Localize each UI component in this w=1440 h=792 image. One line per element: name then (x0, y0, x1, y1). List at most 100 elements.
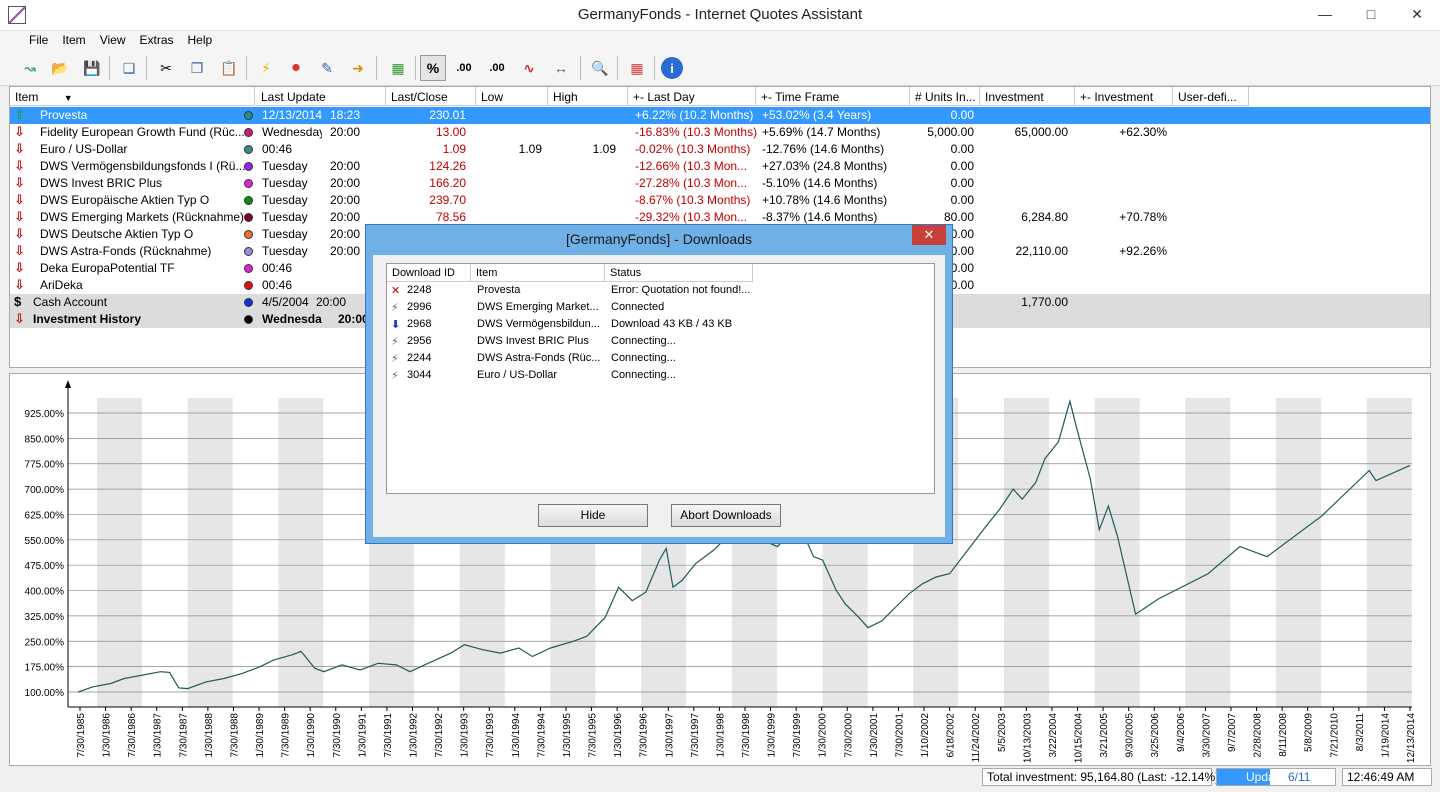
investment: 22,110.00 (1015, 244, 1069, 258)
x-tick-label: 7/30/1986 (127, 713, 138, 758)
column-header-last-close[interactable]: Last/Close (386, 87, 476, 106)
investment (980, 142, 1068, 158)
investment-change (1075, 176, 1167, 192)
x-tick-label: 1/30/1992 (409, 713, 420, 758)
x-tick-label: 3/21/2005 (1099, 713, 1110, 758)
column-header-user-defined[interactable]: User-defi... (1173, 87, 1249, 106)
search-icon[interactable]: 🔍 (587, 55, 613, 81)
cut-icon[interactable]: ✂ (153, 55, 179, 81)
x-tick-label: 7/21/2010 (1329, 713, 1340, 758)
last-update-time: 20:00 (330, 125, 361, 139)
column-header-low[interactable]: Low (476, 87, 548, 106)
close-button[interactable]: ✕ (1394, 0, 1440, 30)
save-icon[interactable]: 💾 (79, 55, 105, 81)
menu-view[interactable]: View (93, 31, 133, 49)
units: 0.00 (950, 176, 974, 190)
column-header-time-frame[interactable]: +- Time Frame (756, 87, 910, 106)
trend-down-icon: ⇩ (14, 192, 25, 207)
table-row[interactable]: ⇩ DWS Vermögensbildungsfonds I (Rü... Tues… (10, 158, 1430, 175)
import-icon[interactable]: ➜ (345, 55, 371, 81)
paste-icon[interactable]: 📋 (216, 55, 242, 81)
column-header-item[interactable]: Item ▼ (10, 87, 255, 106)
decrease-decimals-button[interactable]: .00 (484, 55, 510, 81)
line-chart-icon[interactable]: ∿ (516, 55, 542, 81)
column-header-units[interactable]: # Units In... (910, 87, 980, 106)
stop-icon[interactable]: ⯃ (283, 55, 309, 81)
download-item: DWS Invest BRIC Plus (477, 335, 589, 347)
abort-downloads-button[interactable]: Abort Downloads (671, 504, 781, 527)
column-header-last-update[interactable]: Last Update (256, 87, 386, 106)
investment (980, 159, 1068, 175)
time-frame-change: +53.02% (3.4 Years) (762, 108, 872, 122)
title-bar: GermanyFonds - Internet Quotes Assistant… (0, 0, 1440, 31)
column-header-last-day[interactable]: +- Last Day (628, 87, 756, 106)
maximize-button[interactable]: □ (1348, 0, 1394, 30)
update-lightning-icon[interactable]: ⚡ (253, 55, 279, 81)
x-tick-label: 7/30/1993 (485, 713, 496, 758)
column-header-download-item[interactable]: Item (471, 264, 605, 282)
menu-help[interactable]: Help (181, 31, 220, 49)
y-tick-label: 775.00% (25, 460, 65, 471)
table-row[interactable]: ⇧ Provesta 12/13/2014 18:23 230.01 +6.22% (10… (10, 107, 1430, 124)
download-status: Connecting... (611, 352, 676, 364)
trend-down-icon: ⇩ (14, 243, 25, 258)
item-name: Cash Account (33, 295, 108, 309)
download-row[interactable]: ⚡ 3044 Euro / US-Dollar Connecting... (387, 368, 934, 385)
chart-band (97, 398, 142, 707)
dialog-close-button[interactable]: ✕ (912, 225, 946, 245)
high (548, 125, 616, 141)
x-tick-label: 5/8/2009 (1304, 713, 1315, 752)
new-window-icon[interactable]: ❏ (116, 55, 142, 81)
download-row[interactable]: ⚡ 2956 DWS Invest BRIC Plus Connecting... (387, 334, 934, 351)
column-header-download-status[interactable]: Status (605, 264, 753, 282)
portfolio-icon[interactable]: ▦ (385, 55, 411, 81)
menu-file[interactable]: File (22, 31, 55, 49)
open-folder-icon[interactable]: 📂 (47, 55, 73, 81)
calculator-icon[interactable]: ▦ (624, 55, 650, 81)
download-status: Download 43 KB / 43 KB (611, 318, 733, 330)
investment (980, 278, 1068, 294)
percent-toggle[interactable]: % (420, 55, 446, 81)
units: 0.00 (950, 108, 974, 122)
item-name: Deka EuropaPotential TF (40, 261, 175, 275)
table-row[interactable]: ⇩ Euro / US-Dollar 00:46 1.09 1.09 1.09 -0.02%… (10, 141, 1430, 158)
high (548, 159, 616, 175)
column-header-download-id[interactable]: Download ID (387, 264, 471, 282)
column-header-investment-change[interactable]: +- Investment (1075, 87, 1173, 106)
menu-extras[interactable]: Extras (132, 31, 180, 49)
edit-icon[interactable]: ✎ (314, 55, 340, 81)
last-update-time: 20:00 (330, 159, 361, 173)
download-row[interactable]: ✕ 2248 Provesta Error: Quotation not found!… (387, 283, 934, 300)
menu-item[interactable]: Item (55, 31, 92, 49)
increase-decimals-button[interactable]: .00 (451, 55, 477, 81)
column-header-investment[interactable]: Investment (980, 87, 1075, 106)
info-icon[interactable]: i (661, 57, 683, 79)
x-tick-label: 1/30/1997 (664, 713, 675, 758)
download-id: 3044 (407, 369, 432, 381)
table-row[interactable]: ⇩ DWS Invest BRIC Plus Tuesday 20:00 166.20 -… (10, 175, 1430, 192)
minimize-button[interactable]: — (1302, 0, 1348, 30)
x-tick-label: 1/19/2014 (1380, 713, 1391, 758)
download-status: Connected (611, 301, 665, 313)
table-row[interactable]: ⇩ DWS Europäische Aktien Typ O Tuesday 20:0… (10, 192, 1430, 209)
download-row[interactable]: ⚡ 2996 DWS Emerging Market... Connected (387, 300, 934, 317)
trend-down-icon: ⇩ (14, 124, 25, 139)
copy-icon[interactable]: ❐ (184, 55, 210, 81)
investment: 65,000.00 (1014, 125, 1068, 139)
download-row[interactable]: ⬇ 2968 DWS Vermögensbildun... Download 43 K… (387, 317, 934, 334)
last-update-date: Tuesday (262, 176, 308, 190)
x-tick-label: 7/30/1998 (741, 713, 752, 758)
y-axis-arrow-icon (65, 380, 71, 388)
download-row[interactable]: ⚡ 2244 DWS Astra-Fonds (Rüc... Connecting..… (387, 351, 934, 368)
investment-change: +70.78% (1119, 210, 1167, 224)
hide-button[interactable]: Hide (538, 504, 648, 527)
table-row[interactable]: ⇩ Fidelity European Growth Fund (Rüc... We… (10, 124, 1430, 141)
investment-change (1075, 261, 1167, 277)
time-frame-icon[interactable]: ↔ (548, 55, 574, 81)
chart-icon[interactable]: ↝ (17, 55, 43, 81)
column-header-high[interactable]: High (548, 87, 628, 106)
last-day-change: +6.22% (10.2 Months) (635, 108, 754, 122)
high (548, 108, 616, 124)
investment: 1,770.00 (1021, 295, 1068, 309)
total-investment: Total investment: 95,164.80 (Last: -12.1… (982, 768, 1219, 786)
